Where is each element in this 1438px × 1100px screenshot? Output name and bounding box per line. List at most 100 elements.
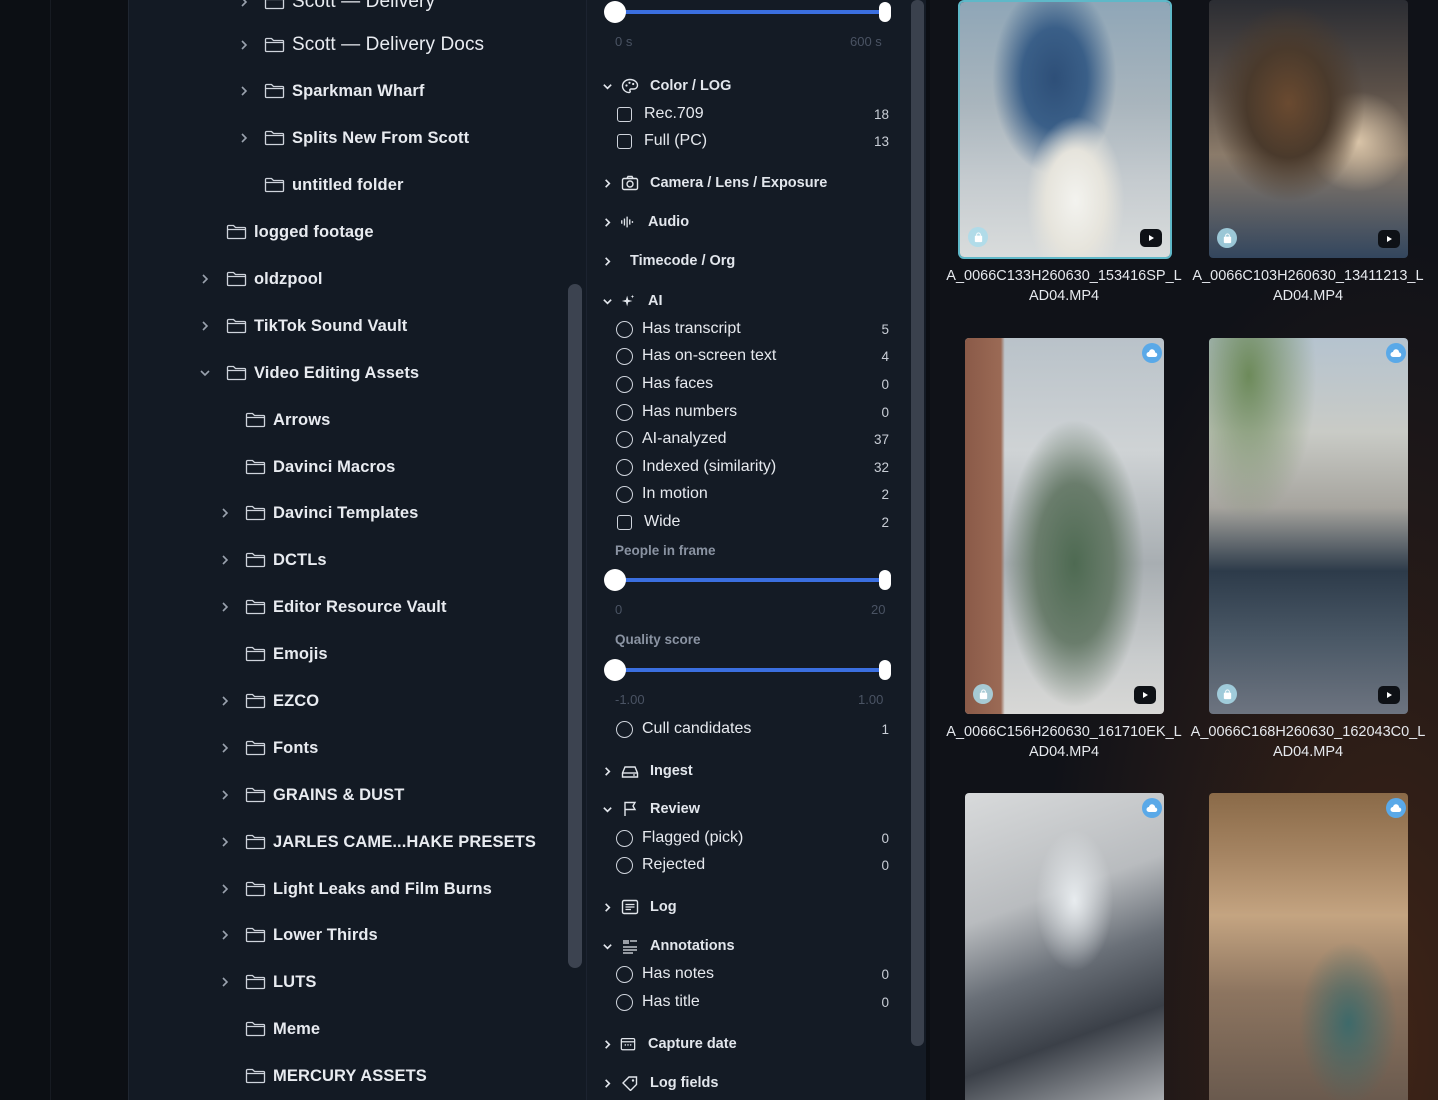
folder-item[interactable]: Scott — Delivery xyxy=(264,0,435,17)
clip-filename[interactable]: A_0066C133H260630_153416SP_LAD04.MP4 xyxy=(944,266,1184,306)
filter-option[interactable]: Has on-screen text 4 xyxy=(615,344,889,368)
folder-item[interactable]: logged footage xyxy=(226,217,374,247)
chevron-down-icon[interactable] xyxy=(198,366,212,380)
radio-button[interactable] xyxy=(616,720,633,738)
folder-item[interactable]: Splits New From Scott xyxy=(264,123,469,153)
chevron-right-icon[interactable] xyxy=(218,882,232,896)
filter-option[interactable]: Has transcript 5 xyxy=(615,317,889,341)
clip-thumbnail[interactable] xyxy=(1209,0,1408,258)
filter-option[interactable]: In motion 2 xyxy=(615,482,889,506)
section-audio[interactable]: Audio xyxy=(600,210,689,234)
folder-item[interactable]: oldzpool xyxy=(226,264,323,294)
radio-button[interactable] xyxy=(616,993,633,1011)
sidebar-scrollbar[interactable] xyxy=(568,284,582,968)
chevron-right-icon[interactable] xyxy=(218,975,232,989)
filter-option[interactable]: Indexed (similarity) 32 xyxy=(615,455,889,479)
quality-max-handle[interactable] xyxy=(879,660,891,680)
checkbox[interactable] xyxy=(617,133,632,149)
filter-option[interactable]: Has faces 0 xyxy=(615,372,889,396)
clip-filename[interactable]: A_0066C156H260630_161710EK_LAD04.MP4 xyxy=(944,722,1184,762)
checkbox[interactable] xyxy=(617,106,632,122)
quality-min-handle[interactable] xyxy=(604,659,626,681)
section-review[interactable]: Review xyxy=(600,797,700,821)
filter-option[interactable]: Has notes 0 xyxy=(615,962,889,986)
filter-option[interactable]: Full (PC) 13 xyxy=(615,129,889,153)
clip-thumbnail[interactable] xyxy=(965,338,1164,714)
duration-max-handle[interactable] xyxy=(879,2,891,22)
chevron-right-icon[interactable] xyxy=(218,553,232,567)
chevron-right-icon[interactable] xyxy=(218,835,232,849)
chevron-right-icon[interactable] xyxy=(237,131,251,145)
chevron-right-icon[interactable] xyxy=(218,788,232,802)
chevron-right-icon[interactable] xyxy=(218,741,232,755)
clip-thumbnail[interactable] xyxy=(965,793,1164,1100)
section-capture-date[interactable]: Capture date xyxy=(600,1032,737,1056)
radio-button[interactable] xyxy=(616,403,633,421)
folder-item[interactable]: Light Leaks and Film Burns xyxy=(245,874,492,904)
people-range-slider[interactable] xyxy=(604,569,891,591)
section-annotations[interactable]: Annotations xyxy=(600,934,735,958)
section-camera[interactable]: Camera / Lens / Exposure xyxy=(600,171,827,195)
folder-item[interactable]: Emojis xyxy=(245,639,328,669)
section-log-fields[interactable]: Log fields xyxy=(600,1071,718,1095)
radio-button[interactable] xyxy=(616,965,633,983)
folder-item[interactable]: MERCURY ASSETS xyxy=(245,1061,427,1091)
clip-thumbnail[interactable] xyxy=(1209,793,1408,1100)
folder-item[interactable]: GRAINS & DUST xyxy=(245,780,404,810)
radio-button[interactable] xyxy=(616,829,633,847)
folder-item[interactable]: JARLES CAME...HAKE PRESETS xyxy=(245,827,536,857)
chevron-right-icon[interactable] xyxy=(198,272,212,286)
checkbox[interactable] xyxy=(617,514,632,530)
radio-button[interactable] xyxy=(616,320,633,338)
section-timecode[interactable]: Timecode / Org xyxy=(600,249,735,273)
radio-button[interactable] xyxy=(616,856,633,874)
radio-button[interactable] xyxy=(616,430,633,448)
radio-button[interactable] xyxy=(616,375,633,393)
folder-item[interactable]: TikTok Sound Vault xyxy=(226,311,407,341)
section-ingest[interactable]: Ingest xyxy=(600,759,693,783)
chevron-right-icon[interactable] xyxy=(237,84,251,98)
chevron-right-icon[interactable] xyxy=(198,319,212,333)
clip-thumbnail[interactable] xyxy=(1209,338,1408,714)
folder-item[interactable]: untitled folder xyxy=(264,170,404,200)
chevron-right-icon[interactable] xyxy=(237,38,251,52)
chevron-right-icon[interactable] xyxy=(218,600,232,614)
folder-item[interactable]: LUTS xyxy=(245,967,316,997)
folder-item[interactable]: Fonts xyxy=(245,733,318,763)
radio-button[interactable] xyxy=(616,347,633,365)
section-log[interactable]: Log xyxy=(600,895,677,919)
filter-option[interactable]: Rec.709 18 xyxy=(615,102,889,126)
radio-button[interactable] xyxy=(616,458,633,476)
radio-button[interactable] xyxy=(616,485,633,503)
quality-range-slider[interactable] xyxy=(604,659,891,681)
folder-item[interactable]: Sparkman Wharf xyxy=(264,76,425,106)
filter-option[interactable]: Has title 0 xyxy=(615,990,889,1014)
folder-item[interactable]: Scott — Delivery Docs xyxy=(264,30,484,60)
duration-min-handle[interactable] xyxy=(604,1,626,23)
filter-option[interactable]: Wide 2 xyxy=(615,510,889,534)
filter-panel-scrollbar[interactable] xyxy=(911,0,924,1046)
section-ai[interactable]: AI xyxy=(600,289,663,313)
filter-option[interactable]: Flagged (pick) 0 xyxy=(615,826,889,850)
folder-item[interactable]: Meme xyxy=(245,1014,320,1044)
duration-range-slider[interactable] xyxy=(604,1,891,23)
folder-item[interactable]: DCTLs xyxy=(245,545,327,575)
folder-item[interactable]: Arrows xyxy=(245,405,330,435)
folder-item[interactable]: Davinci Macros xyxy=(245,452,395,482)
people-max-handle[interactable] xyxy=(879,570,891,590)
filter-option[interactable]: AI-analyzed 37 xyxy=(615,427,889,451)
folder-item[interactable]: Davinci Templates xyxy=(245,498,418,528)
folder-item[interactable]: EZCO xyxy=(245,686,319,716)
chevron-right-icon[interactable] xyxy=(218,694,232,708)
clip-filename[interactable]: A_0066C103H260630_13411213_LAD04.MP4 xyxy=(1188,266,1428,306)
clip-filename[interactable]: A_0066C168H260630_162043C0_LAD04.MP4 xyxy=(1188,722,1428,762)
section-color-log[interactable]: Color / LOG xyxy=(600,74,731,98)
chevron-right-icon[interactable] xyxy=(218,928,232,942)
people-min-handle[interactable] xyxy=(604,569,626,591)
folder-item[interactable]: Video Editing Assets xyxy=(226,358,419,388)
folder-item[interactable]: Lower Thirds xyxy=(245,920,378,950)
chevron-right-icon[interactable] xyxy=(237,0,251,9)
clip-thumbnail[interactable] xyxy=(958,0,1172,259)
filter-option-cull[interactable]: Cull candidates 1 xyxy=(615,717,889,741)
chevron-right-icon[interactable] xyxy=(218,506,232,520)
